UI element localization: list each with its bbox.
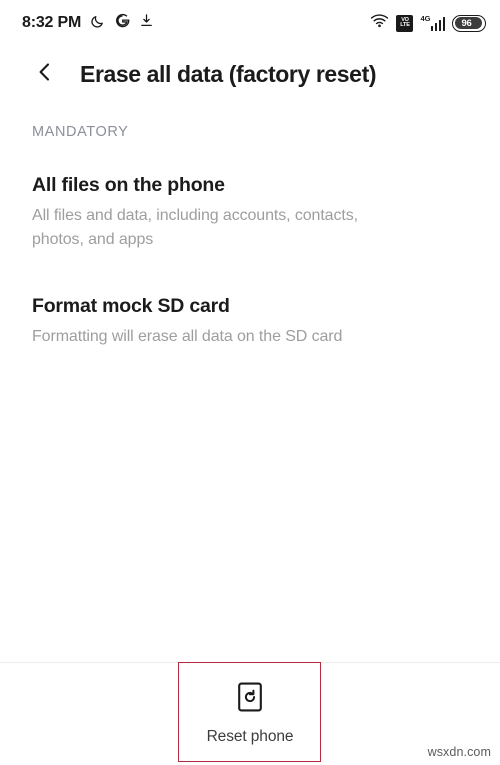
back-button[interactable] [24, 53, 66, 95]
volte-icon: VO LTE [396, 14, 414, 32]
signal-bar-1 [430, 26, 433, 32]
status-bar-left: 8:32 PM [22, 13, 154, 34]
list-item-title: Format mock SD card [32, 294, 230, 317]
phone-reset-icon [237, 682, 263, 717]
app-bar: Erase all data (factory reset) [0, 46, 500, 102]
list-item-summary: Formatting will erase all data on the SD… [32, 328, 343, 346]
bottom-action-bar: Reset phone [0, 663, 500, 765]
settings-content: MANDATORY All files on the phone All fil… [0, 102, 500, 662]
status-bar: 8:32 PM VO LTE 4G 96 [0, 0, 500, 46]
status-bar-right: VO LTE 4G 96 [370, 13, 486, 33]
wifi-icon [370, 13, 389, 33]
watermark: wsxdn.com [427, 745, 491, 759]
download-icon [139, 13, 154, 33]
signal-bar-2 [434, 23, 437, 32]
signal-bars [430, 16, 445, 32]
battery-icon: 96 [452, 14, 486, 32]
moon-icon [90, 13, 106, 34]
signal-bar-3 [438, 20, 441, 32]
cellular-signal-icon: 4G [420, 15, 445, 32]
section-header-mandatory: MANDATORY [32, 124, 129, 140]
page-title: Erase all data (factory reset) [80, 60, 377, 87]
back-chevron-icon [33, 60, 57, 89]
reset-phone-button[interactable]: Reset phone [187, 674, 314, 754]
google-icon [115, 13, 130, 33]
status-bar-clock: 8:32 PM [22, 14, 82, 31]
list-item[interactable]: All files on the phone All files and dat… [0, 166, 500, 261]
list-item[interactable]: Format mock SD card Formatting will eras… [0, 287, 500, 359]
list-item-title: All files on the phone [32, 174, 225, 196]
network-type-label: 4G [420, 13, 431, 23]
list-item-summary: All files and data, including accounts, … [32, 207, 358, 248]
preference-list: All files on the phone All files and dat… [0, 166, 500, 358]
volte-line-2: LTE [400, 22, 410, 28]
reset-phone-label: Reset phone [206, 728, 294, 745]
signal-bar-4 [442, 17, 445, 32]
battery-level-label: 96 [461, 17, 472, 29]
